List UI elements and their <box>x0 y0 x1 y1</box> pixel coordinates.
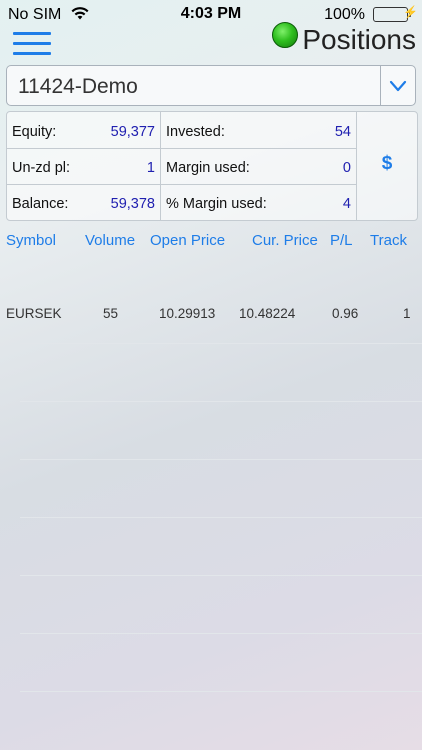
connection-status-icon <box>272 22 298 48</box>
invested-label: Invested: <box>166 124 225 140</box>
row-track: 1 <box>403 306 411 321</box>
row-volume: 55 <box>103 306 119 321</box>
row-pl: 0.96 <box>332 306 359 321</box>
equity-label: Equity: <box>12 124 57 140</box>
invested-value: 54 <box>334 124 351 140</box>
column-header-volume[interactable]: Volume <box>85 232 135 249</box>
account-summary: Equity: 59,377 Invested: 54 Un-zd pl: 1 … <box>6 111 418 221</box>
equity-value: 59,377 <box>110 124 155 140</box>
row-separator <box>20 401 422 402</box>
currency-button[interactable]: $ <box>357 112 417 220</box>
unrealized-pl-value: 1 <box>146 160 155 176</box>
pct-margin-used-cell: % Margin used: 4 <box>161 184 356 220</box>
balance-label: Balance: <box>12 196 69 212</box>
dollar-icon: $ <box>381 153 393 174</box>
unrealized-pl-label: Un-zd pl: <box>12 160 71 176</box>
hamburger-line-icon <box>13 42 51 45</box>
battery-percentage: 100% <box>324 6 365 23</box>
margin-used-value: 0 <box>342 160 351 176</box>
row-separator <box>20 691 422 692</box>
row-symbol: EURSEK <box>6 306 62 321</box>
column-header-symbol[interactable]: Symbol <box>6 232 56 249</box>
chevron-down-icon[interactable] <box>389 79 407 93</box>
hamburger-line-icon <box>13 32 51 35</box>
row-open-price: 10.29913 <box>159 306 216 321</box>
account-dropdown[interactable]: 11424-Demo <box>6 65 416 106</box>
hamburger-line-icon <box>13 52 51 55</box>
balance-cell: Balance: 59,378 <box>7 184 160 220</box>
margin-used-cell: Margin used: 0 <box>161 148 356 184</box>
margin-used-label: Margin used: <box>166 160 250 176</box>
column-header-track[interactable]: Track <box>370 232 407 249</box>
row-cur-price: 10.48224 <box>239 306 296 321</box>
dropdown-divider <box>380 66 381 105</box>
column-header-pl[interactable]: P/L <box>330 232 353 249</box>
pct-margin-used-value: 4 <box>342 196 351 212</box>
column-header-cur-price[interactable]: Cur. Price <box>252 232 318 249</box>
row-separator <box>20 575 422 576</box>
page-title: Positions <box>302 24 416 55</box>
row-separator <box>20 343 422 344</box>
invested-cell: Invested: 54 <box>161 112 356 148</box>
row-separator <box>20 459 422 460</box>
balance-value: 59,378 <box>110 196 155 212</box>
unrealized-pl-cell: Un-zd pl: 1 <box>7 148 160 184</box>
row-separator <box>20 517 422 518</box>
pct-margin-used-label: % Margin used: <box>166 196 267 212</box>
charging-bolt-icon: ⚡ <box>403 5 418 19</box>
menu-button[interactable] <box>13 30 51 58</box>
column-header-open-price[interactable]: Open Price <box>150 232 225 249</box>
account-selected-value: 11424-Demo <box>18 75 138 98</box>
row-separator <box>20 633 422 634</box>
equity-cell: Equity: 59,377 <box>7 112 160 148</box>
